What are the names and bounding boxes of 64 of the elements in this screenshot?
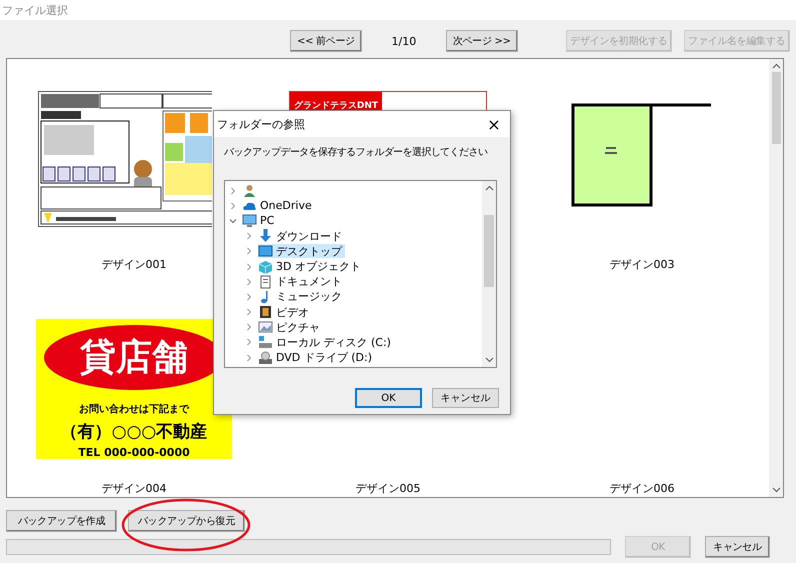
design-name[interactable]: デザイン004: [102, 481, 166, 496]
flyer-text: お問い合わせは下記まで: [79, 402, 189, 416]
dialog-button[interactable]: OK: [355, 388, 422, 408]
dialog-button[interactable]: キャンセル: [704, 536, 770, 558]
folder-item[interactable]: 3D オブジェクト: [258, 260, 364, 274]
scroll-down-icon[interactable]: [772, 487, 780, 493]
backup-button[interactable]: バックアップを作成: [6, 510, 117, 532]
expand-chevron-icon[interactable]: [245, 247, 253, 256]
expand-chevron-icon[interactable]: [245, 262, 253, 271]
flyer-headline: 貸店舗: [80, 340, 188, 376]
folder-item[interactable]: ピクチャ: [258, 320, 323, 334]
download-icon: [258, 229, 273, 244]
dialog-title: フォルダーの参照: [217, 116, 305, 132]
image-icon: [258, 320, 273, 334]
design-name[interactable]: デザイン006: [610, 481, 674, 496]
expand-chevron-icon[interactable]: [245, 292, 253, 301]
expand-chevron-icon[interactable]: [229, 186, 237, 195]
flyer-drawing[interactable]: [38, 91, 212, 227]
scrollbar-thumb[interactable]: [484, 215, 494, 287]
company-name: （有）○○○不動産: [60, 421, 208, 443]
previous-page-button[interactable]: << 前ページ: [290, 30, 362, 52]
scroll-up-icon[interactable]: [484, 185, 494, 191]
dialog-prompt: バックアップデータを保存するフォルダーを選択してください: [224, 146, 488, 159]
scrollbar[interactable]: [769, 59, 783, 497]
scrollbar-thumb[interactable]: [772, 72, 780, 144]
expand-chevron-icon[interactable]: [229, 202, 237, 210]
expand-chevron-icon[interactable]: [245, 354, 253, 362]
folder-item[interactable]: OneDrive: [242, 198, 315, 213]
scroll-down-icon[interactable]: [484, 357, 494, 363]
folder-item[interactable]: ダウンロード: [258, 229, 345, 244]
video-icon: [258, 305, 273, 320]
shop-flyer[interactable]: 貸店舗 お問い合わせは下記まで （有）○○○不動産 TEL 000-000-0000: [36, 319, 232, 459]
phone-number: TEL 000-000-0000: [78, 446, 190, 459]
folder-item[interactable]: DVD ドライブ (D:): [258, 350, 376, 365]
scroll-up-icon[interactable]: [772, 63, 780, 69]
collapse-chevron-icon[interactable]: [229, 216, 237, 225]
dvd-icon: [258, 350, 273, 365]
design-name[interactable]: デザイン003: [610, 257, 674, 272]
folder-item[interactable]: ミュージック: [258, 290, 345, 304]
user-icon: [242, 184, 257, 198]
document-icon: [258, 274, 273, 289]
floor-plan-drawing[interactable]: [571, 102, 713, 208]
drive-icon: [258, 335, 273, 350]
design-name[interactable]: デザイン001: [102, 257, 166, 272]
folder-item[interactable]: ドキュメント: [258, 274, 345, 289]
expand-chevron-icon[interactable]: [245, 278, 253, 286]
folder-item[interactable]: ローカル ディスク (C:): [258, 335, 394, 350]
expand-chevron-icon[interactable]: [245, 338, 253, 346]
next-page-button[interactable]: 次ページ >>: [446, 30, 518, 52]
design-name[interactable]: デザイン005: [356, 481, 420, 496]
desktop-icon: [258, 244, 273, 258]
folder-item[interactable]: デスクトップ: [258, 244, 345, 258]
folder-item[interactable]: ビデオ: [258, 305, 312, 320]
cube-icon: [258, 260, 273, 274]
dialog-button[interactable]: キャンセル: [432, 388, 499, 408]
tree-scrollbar[interactable]: [482, 181, 496, 367]
expand-chevron-icon[interactable]: [245, 323, 253, 332]
pc-icon: [242, 214, 257, 228]
folder-item[interactable]: PC: [242, 214, 278, 228]
window-title: ファイル選択: [2, 2, 68, 18]
backup-button[interactable]: バックアップから復元: [128, 510, 245, 532]
expand-chevron-icon[interactable]: [245, 232, 253, 240]
page-indicator: 1/10: [390, 34, 418, 48]
expand-chevron-icon[interactable]: [245, 308, 253, 316]
